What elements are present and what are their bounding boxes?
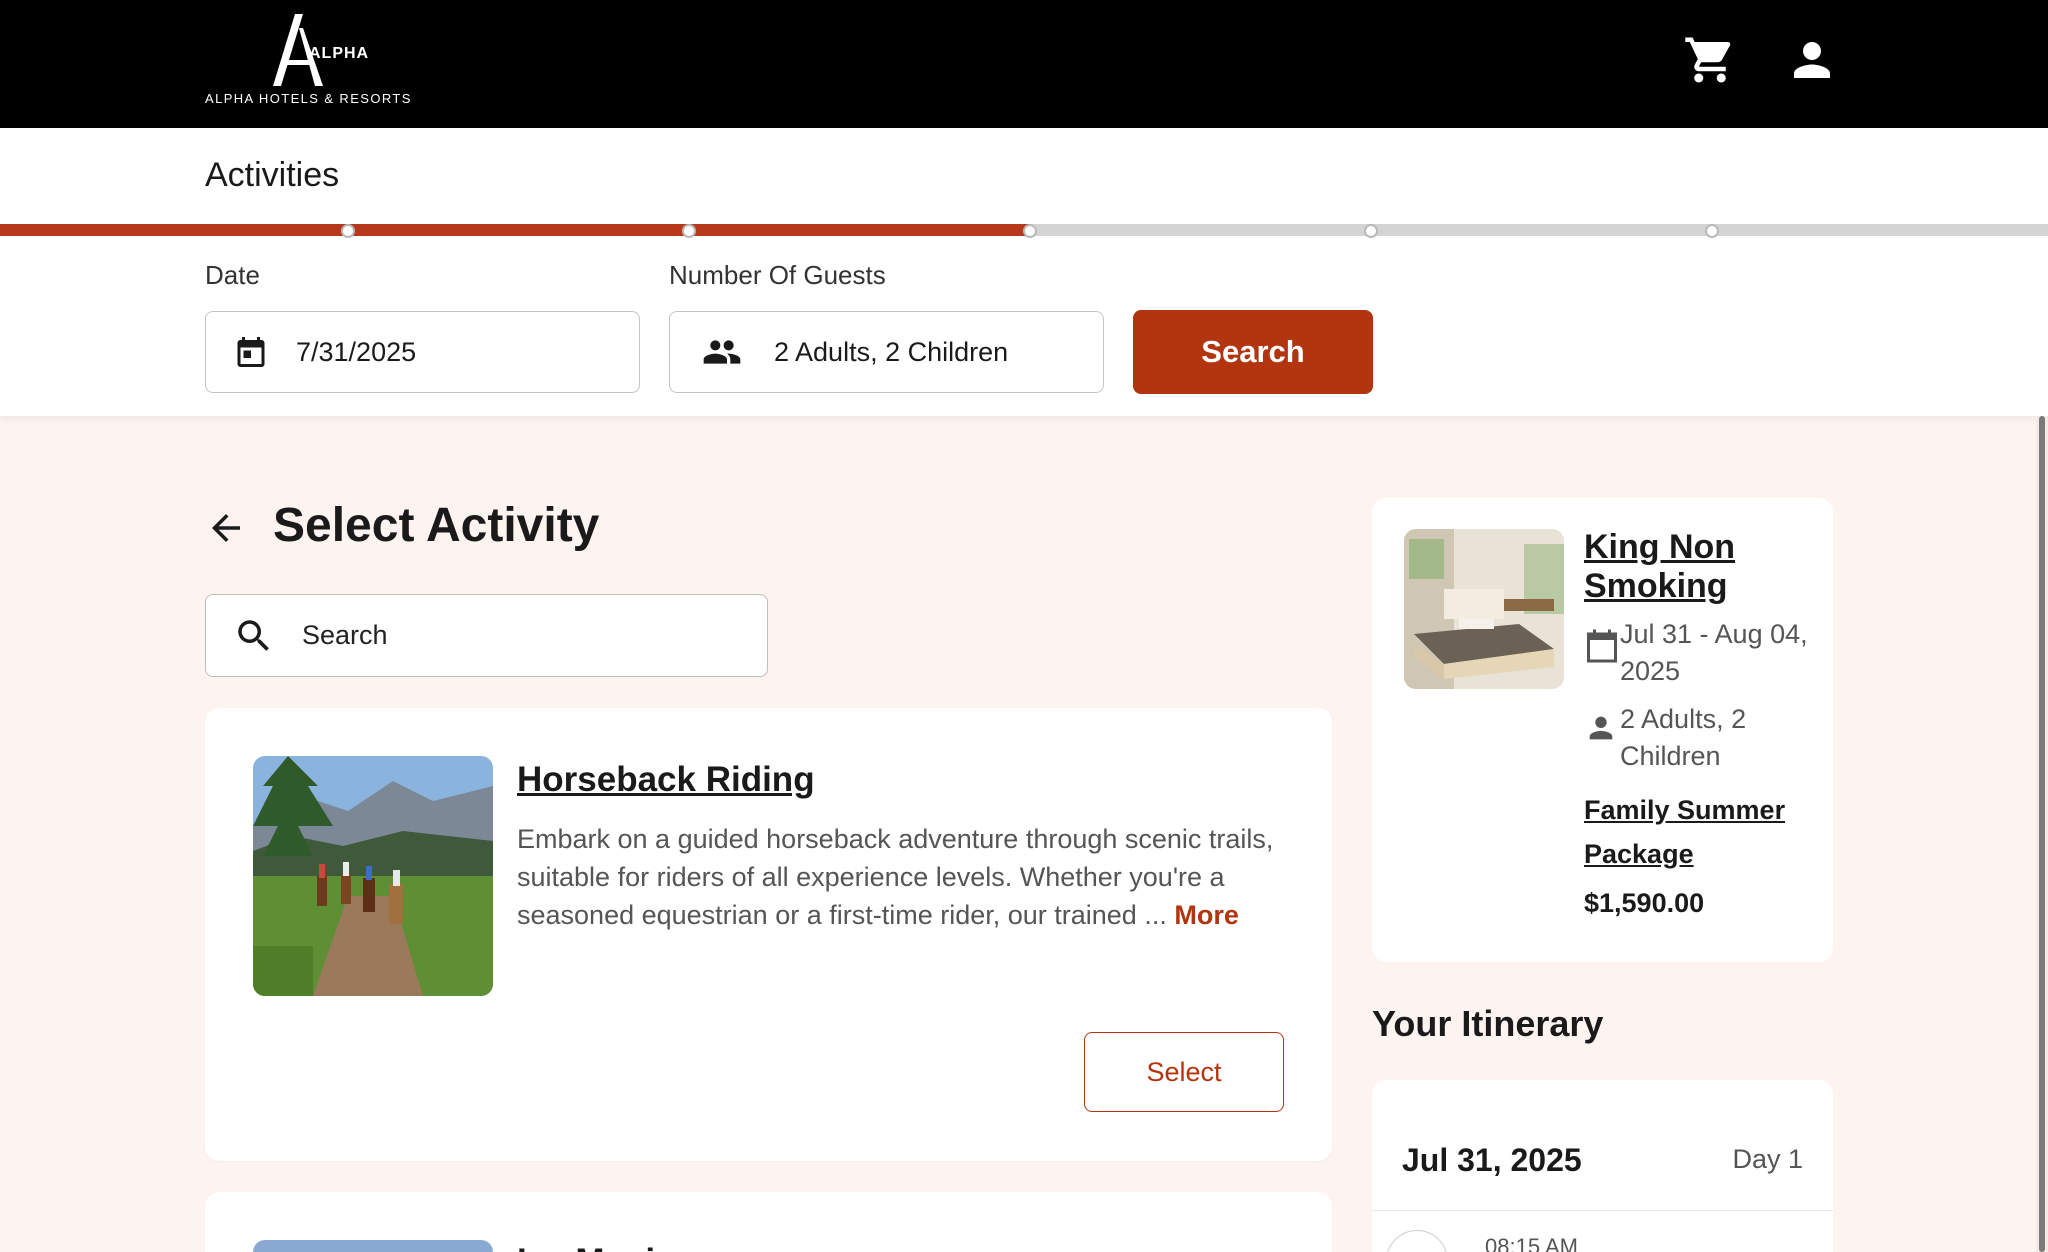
activity-search-field[interactable] <box>205 594 768 677</box>
top-navigation-bar: ALPHA ALPHA HOTELS & RESORTS <box>0 0 2048 128</box>
progress-step <box>1705 224 1719 238</box>
progress-step <box>1023 224 1037 238</box>
more-link[interactable]: More <box>1174 900 1239 930</box>
date-field[interactable]: 7/31/2025 <box>205 311 640 393</box>
group-icon <box>670 332 774 372</box>
booking-header: Activities Date 7/31/2025 Number Of Gues… <box>0 128 2048 416</box>
itinerary-date: Jul 31, 2025 <box>1402 1142 1582 1178</box>
room-summary-card: King Non Smoking Jul 31 - Aug 04, 2025 2… <box>1372 498 1833 962</box>
guests-field[interactable]: 2 Adults, 2 Children <box>669 311 1104 393</box>
brand-word: ALPHA <box>309 45 370 62</box>
page-title: Activities <box>205 156 340 194</box>
brand-name: ALPHA HOTELS & RESORTS <box>205 91 412 106</box>
user-icon <box>1794 42 1830 78</box>
activity-title-link[interactable]: Ice Music <box>517 1242 675 1252</box>
date-label: Date <box>205 260 260 290</box>
room-title-link[interactable]: King Non Smoking <box>1584 528 1814 606</box>
package-link[interactable]: Family Summer Package <box>1584 788 1814 876</box>
cart-button[interactable] <box>1680 30 1740 90</box>
activity-search-input[interactable] <box>302 620 722 651</box>
progress-bar <box>0 224 2048 238</box>
room-guests-text: 2 Adults, 2 Children <box>1620 704 1747 771</box>
itinerary-title: Your Itinerary <box>1372 1003 1604 1044</box>
room-dates: Jul 31 - Aug 04, 2025 <box>1584 616 1814 690</box>
progress-step <box>682 224 696 238</box>
itinerary-time: 08:15 AM <box>1485 1234 1578 1252</box>
guests-label: Number Of Guests <box>669 260 886 290</box>
calendar-icon <box>206 334 296 370</box>
section-title: Select Activity <box>273 499 600 552</box>
itinerary-day: Day 1 <box>1732 1144 1803 1174</box>
activity-card: Horseback Riding Embark on a guided hors… <box>205 708 1332 1161</box>
search-icon <box>206 615 302 657</box>
progress-step <box>1364 224 1378 238</box>
room-price: $1,590.00 <box>1584 888 1705 918</box>
select-activity-button[interactable]: Select <box>1084 1032 1284 1112</box>
activity-card: Ice Music <box>205 1192 1332 1252</box>
activity-description: Embark on a guided horseback adventure t… <box>517 820 1297 934</box>
search-button[interactable]: Search <box>1133 310 1373 394</box>
page-scrollbar[interactable] <box>2036 416 2048 1252</box>
room-dates-text: Jul 31 - Aug 04, 2025 <box>1620 619 1808 686</box>
brand-logo[interactable]: ALPHA ALPHA HOTELS & RESORTS <box>205 14 425 114</box>
room-image <box>1404 529 1564 689</box>
progress-step <box>341 224 355 238</box>
itinerary-item-icon <box>1386 1230 1448 1252</box>
scrollbar-thumb[interactable] <box>2039 416 2045 1252</box>
date-value: 7/31/2025 <box>296 336 417 367</box>
itinerary-card: Jul 31, 2025 Day 1 08:15 AM <box>1372 1080 1833 1252</box>
itinerary-divider <box>1372 1210 1833 1211</box>
progress-fill <box>0 224 1030 236</box>
person-icon <box>1584 701 1620 775</box>
account-button[interactable] <box>1782 30 1842 90</box>
activity-image <box>253 756 493 996</box>
cart-icon <box>1685 37 1731 83</box>
guests-value: 2 Adults, 2 Children <box>774 336 1009 367</box>
activity-description-text: Embark on a guided horseback adventure t… <box>517 824 1274 930</box>
arrow-left-icon <box>212 514 240 542</box>
back-button[interactable] <box>205 500 255 556</box>
room-guests: 2 Adults, 2 Children <box>1584 701 1814 775</box>
activity-title-link[interactable]: Horseback Riding <box>517 760 815 800</box>
calendar-icon <box>1584 616 1620 690</box>
activity-image <box>253 1240 493 1252</box>
